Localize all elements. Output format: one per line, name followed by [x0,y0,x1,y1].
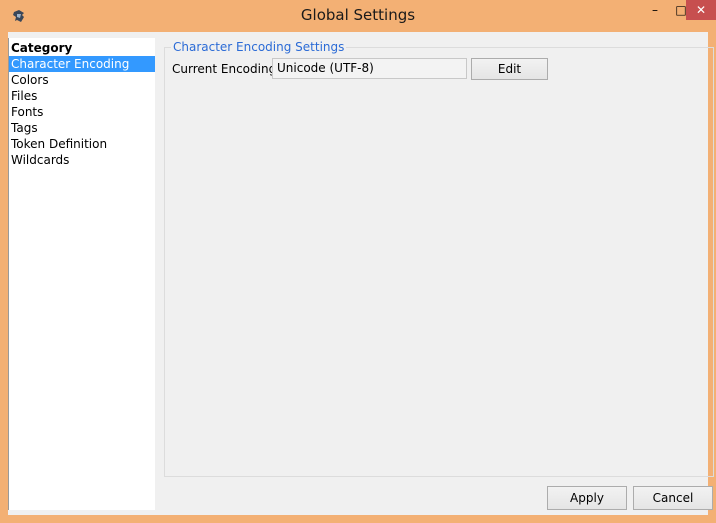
cancel-button[interactable]: Cancel [633,486,713,510]
apply-button[interactable]: Apply [547,486,627,510]
category-item-colors[interactable]: Colors [9,72,155,88]
category-item-token-definition[interactable]: Token Definition [9,136,155,152]
category-item-tags[interactable]: Tags [9,120,155,136]
category-item-fonts[interactable]: Fonts [9,104,155,120]
category-list[interactable]: Character Encoding Colors Files Fonts Ta… [9,56,155,168]
minimize-button[interactable]: – [642,0,668,20]
current-encoding-label: Current Encoding [172,62,277,76]
dialog-body: Category Character Encoding Colors Files… [8,32,714,515]
edit-button[interactable]: Edit [471,58,548,80]
category-item-character-encoding[interactable]: Character Encoding [9,56,155,72]
window-title: Global Settings [300,6,416,24]
global-settings-window: Global Settings – □ ✕ Category Character… [0,0,716,523]
group-title: Character Encoding Settings [171,40,347,54]
category-item-wildcards[interactable]: Wildcards [9,152,155,168]
title-bar[interactable]: Global Settings – □ ✕ [0,0,716,32]
category-panel: Category Character Encoding Colors Files… [8,38,155,510]
category-item-files[interactable]: Files [9,88,155,104]
character-encoding-settings-group: Character Encoding Settings Current Enco… [164,40,714,477]
current-encoding-field: Unicode (UTF-8) [272,58,467,79]
close-button[interactable]: ✕ [686,0,716,20]
category-header: Category [11,41,73,55]
